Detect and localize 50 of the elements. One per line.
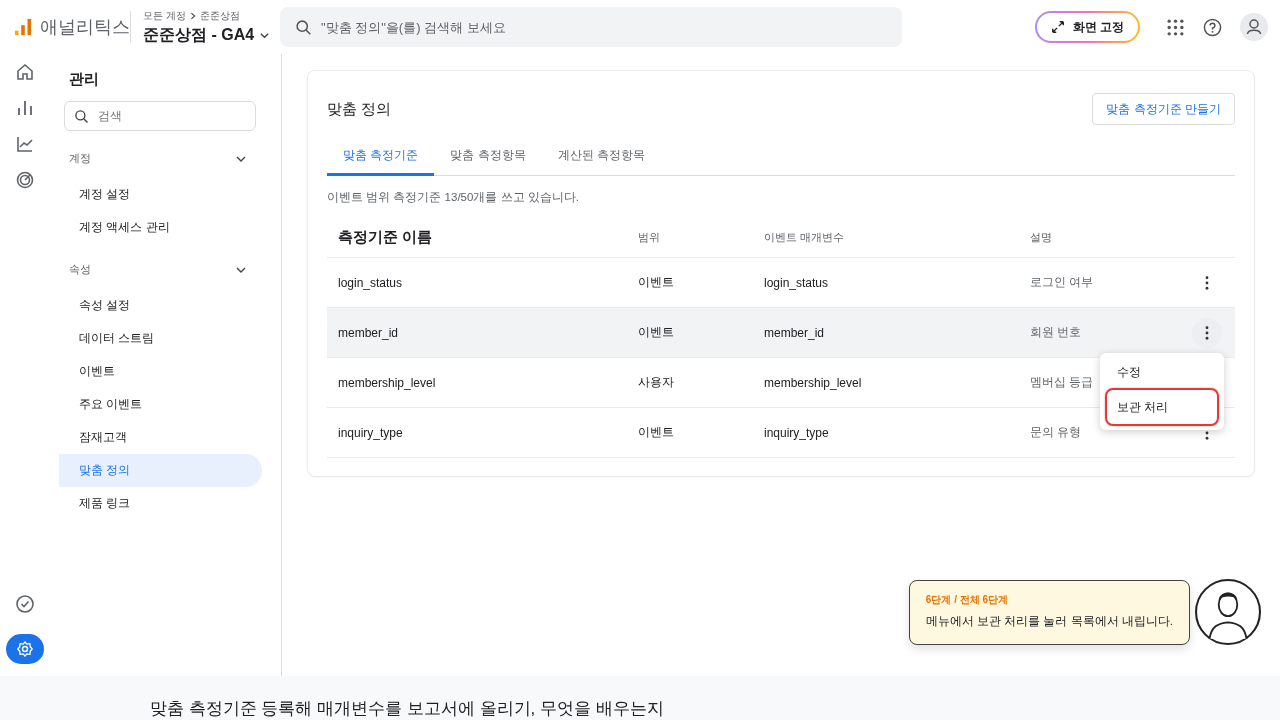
table-cell: inquiry_type [338,425,403,440]
table-cell: 사용자 [638,374,674,391]
table-cell: login_status [764,275,829,290]
sidebar-item[interactable]: 계정 설정 [59,178,262,211]
table-cell: 문의 유형 [1030,424,1082,441]
table-cell: login_status [338,275,403,290]
breadcrumb-link[interactable]: 준준상점 [199,8,240,23]
page-title: 맞춤 정의 [327,99,392,119]
sidebar-item[interactable]: 계정 액세스 관리 [59,211,262,244]
table-cell: membership_level [764,375,862,390]
section-header[interactable]: 계정 [59,145,255,172]
sidebar-item[interactable]: 속성 설정 [59,289,262,322]
sidebar-item[interactable]: 이벤트 [59,355,262,388]
table-cell: inquiry_type [764,425,829,440]
tab[interactable]: 계산된 측정항목 [541,138,662,176]
tour-message: 메뉴에서 보관 처리를 눌러 목록에서 내립니다. [925,614,1173,629]
table-cell: 이벤트 [638,274,674,291]
app-name: 애널리틱스 [40,16,130,39]
table-cell: member_id [338,325,399,340]
table-cell: 이벤트 [638,424,674,441]
sidebar-item[interactable]: 제품 링크 [59,487,262,520]
column-header: 범위 [638,229,660,245]
menu-item[interactable]: 보관 처리 [1105,388,1219,426]
tour-step: 6단계 / 전체 6단계 [925,593,1173,607]
section-header[interactable]: 속성 [59,256,255,283]
tab[interactable]: 맞춤 측정항목 [434,138,542,176]
search-field[interactable]: 검색 [64,101,256,131]
table-cell: 멤버십 등급 [1030,374,1094,391]
table-cell: membership_level [338,375,436,390]
column-header: 설명 [1030,229,1052,245]
table-cell: 로그인 여부 [1030,274,1094,291]
menu-item[interactable]: 수정 [1105,357,1219,388]
usage-note: 이벤트 범위 측정기준 13/50개를 쓰고 있습니다. [327,190,580,205]
caption-text: 맞춤 측정기준 등록해 매개변수를 보고서에 올리기, 무엇을 배우는지 [150,699,664,718]
tab[interactable]: 맞춤 측정기준 [327,138,435,176]
sidebar-item[interactable]: 데이터 스트림 [59,322,262,355]
column-header: 이벤트 매개변수 [764,229,845,245]
table-cell: 회원 번호 [1030,324,1082,341]
property-selector[interactable]: 준준상점 - GA4 [143,24,271,46]
sidebar-item[interactable]: 맞춤 정의 [59,454,262,487]
create-dimension-button[interactable]: 맞춤 측정기준 만들기 [1092,93,1235,125]
sidebar-title: 관리 [69,70,100,89]
table-cell: member_id [764,325,825,340]
sidebar-item[interactable]: 주요 이벤트 [59,388,262,421]
search-field[interactable]: "맞춤 정의"을(를) 검색해 보세요 [280,7,902,47]
table-row[interactable]: member_id 이벤트 member_id 회원 번호 [327,308,1235,358]
table-cell: 이벤트 [638,324,674,341]
breadcrumb-link[interactable]: 모든 계정 [143,8,186,23]
sidebar-item[interactable]: 잠재고객 [59,421,262,454]
column-header: 측정기준 이름 [338,227,433,247]
